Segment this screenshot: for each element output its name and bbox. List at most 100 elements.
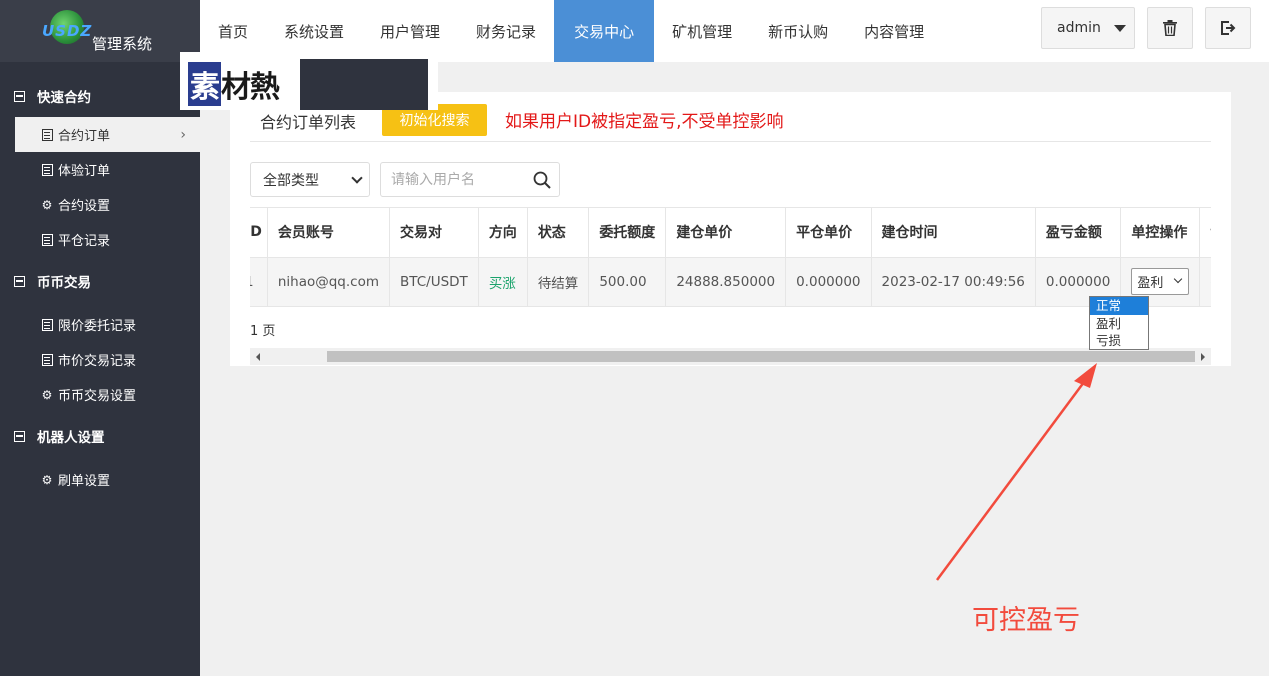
cell-pair: BTC/USDT	[389, 256, 479, 306]
sidebar-item-contract-settings[interactable]: ⚙ 合约设置	[0, 187, 200, 222]
col-amount[interactable]: 委托额度	[588, 208, 667, 257]
sidebar-item-trial-orders[interactable]: 体验订单	[0, 152, 200, 187]
tab-new-coin-subscription[interactable]: 新币认购	[750, 0, 846, 62]
logo-name: 管理系统	[92, 35, 153, 53]
divider	[250, 141, 1211, 142]
page-title: 合约订单列表	[260, 113, 357, 132]
sidebar-item-label: 合约设置	[58, 199, 111, 214]
logo-badge: USDZ	[42, 22, 93, 40]
chevron-down-icon	[351, 172, 363, 184]
doc-icon	[41, 128, 53, 141]
pagination-info: 1 页	[250, 324, 276, 339]
tab-miner-management[interactable]: 矿机管理	[654, 0, 750, 62]
scroll-left-icon[interactable]	[256, 353, 260, 361]
scroll-thumb[interactable]	[327, 351, 1195, 362]
sidebar-item-close-records[interactable]: 平仓记录	[0, 222, 200, 257]
gear-icon: ⚙	[41, 472, 53, 487]
annotation-label: 可控盈亏	[972, 605, 1080, 636]
doc-icon	[41, 233, 53, 246]
logo[interactable]: USDZ 管理系统	[0, 0, 200, 62]
sidebar-item-label: 限价委托记录	[58, 319, 137, 334]
option-loss[interactable]: 亏损	[1090, 332, 1148, 350]
watermark-redaction	[300, 59, 428, 110]
cell-open-time: 2023-02-17 00:49:56	[871, 256, 1036, 306]
cell-account: nihao@qq.com	[267, 256, 391, 306]
col-account[interactable]: 会员账号	[267, 208, 391, 257]
sidebar-group-label: 币币交易	[37, 275, 91, 291]
search-icon[interactable]	[533, 171, 551, 189]
sidebar-group-coin-trading[interactable]: 币币交易	[0, 267, 200, 295]
tab-trading-center[interactable]: 交易中心	[554, 0, 655, 62]
chevron-down-icon	[1174, 275, 1183, 284]
sidebar-item-label: 刷单设置	[58, 474, 111, 489]
sidebar-item-contract-orders[interactable]: 合约订单 ›	[15, 117, 200, 152]
cell-status: 待结算	[527, 256, 590, 306]
doc-icon	[41, 353, 53, 366]
scroll-right-icon[interactable]	[1201, 353, 1205, 361]
table-row: 1 nihao@qq.com BTC/USDT 买涨 待结算 500.00 24…	[250, 256, 1211, 306]
col-detail[interactable]: 详情	[1199, 208, 1211, 257]
orders-table: ID 会员账号 交易对 方向 状态 委托额度 建仓单价 平仓单价 建仓时间 盈亏…	[250, 208, 1211, 306]
doc-icon	[41, 318, 53, 331]
orders-table-container[interactable]: ID 会员账号 交易对 方向 状态 委托额度 建仓单价 平仓单价 建仓时间 盈亏…	[250, 207, 1211, 307]
col-status[interactable]: 状态	[527, 208, 590, 257]
tab-content-management[interactable]: 内容管理	[846, 0, 942, 62]
sidebar-group-robot-settings[interactable]: 机器人设置	[0, 422, 200, 450]
trash-icon	[1163, 20, 1177, 36]
caret-down-icon	[1113, 24, 1126, 32]
collapse-icon	[14, 275, 25, 287]
cell-id: 1	[250, 256, 268, 306]
gear-icon: ⚙	[41, 387, 53, 402]
cell-open-price: 24888.850000	[665, 256, 787, 306]
col-control[interactable]: 单控操作	[1120, 208, 1201, 257]
view-detail-link[interactable]: 查看	[1199, 256, 1211, 306]
gear-icon: ⚙	[41, 197, 53, 212]
horizontal-scrollbar[interactable]	[250, 348, 1211, 365]
chevron-right-icon: ›	[180, 126, 186, 143]
option-normal[interactable]: 正常	[1090, 297, 1148, 315]
watermark-text: 素材熱	[188, 62, 280, 106]
col-direction[interactable]: 方向	[478, 208, 528, 257]
col-open-price[interactable]: 建仓单价	[665, 208, 787, 257]
sidebar-item-label: 体验订单	[58, 164, 111, 179]
watermark: 素材熱	[180, 52, 438, 110]
sidebar-item-label: 合约订单	[58, 129, 111, 144]
sidebar-item-market-records[interactable]: 市价交易记录	[0, 342, 200, 377]
type-filter-value: 全部类型	[263, 172, 319, 189]
col-id[interactable]: ID	[250, 208, 268, 257]
control-value: 盈利	[1137, 276, 1164, 292]
sidebar-group-quick-contract[interactable]: 快速合约	[0, 82, 200, 110]
col-pair[interactable]: 交易对	[389, 208, 479, 257]
clear-cache-button[interactable]	[1147, 7, 1193, 49]
logout-icon	[1221, 21, 1236, 35]
sidebar-item-limit-orders[interactable]: 限价委托记录	[0, 307, 200, 342]
control-dropdown-list: 正常 盈利 亏损	[1089, 296, 1149, 350]
option-profit[interactable]: 盈利	[1090, 315, 1148, 333]
col-open-time[interactable]: 建仓时间	[871, 208, 1036, 257]
collapse-icon	[14, 90, 25, 102]
collapse-icon	[14, 430, 25, 442]
tab-finance-records[interactable]: 财务记录	[458, 0, 554, 62]
sidebar-item-label: 市价交易记录	[58, 354, 137, 369]
table-header-row: ID 会员账号 交易对 方向 状态 委托额度 建仓单价 平仓单价 建仓时间 盈亏…	[250, 208, 1211, 257]
cell-close-price: 0.000000	[785, 256, 872, 306]
cell-direction: 买涨	[478, 256, 528, 306]
sidebar: USDZ 管理系统 快速合约 合约订单 › 体验订单 ⚙ 合约设置 平仓记录 币…	[0, 0, 200, 676]
sidebar-item-brush-settings[interactable]: ⚙ 刷单设置	[0, 462, 200, 497]
sidebar-item-label: 平仓记录	[58, 234, 111, 249]
col-close-price[interactable]: 平仓单价	[785, 208, 872, 257]
type-filter-select[interactable]: 全部类型	[250, 162, 370, 197]
sidebar-group-label: 机器人设置	[37, 430, 105, 446]
col-pnl[interactable]: 盈亏金额	[1035, 208, 1122, 257]
doc-icon	[41, 163, 53, 176]
logout-button[interactable]	[1205, 7, 1251, 49]
user-menu-button[interactable]: admin	[1041, 7, 1135, 49]
username: admin	[1057, 20, 1101, 36]
warning-note: 如果用户ID被指定盈亏,不受单控影响	[505, 112, 784, 132]
win-loss-control-select[interactable]: 盈利	[1131, 268, 1190, 296]
contract-orders-panel: 合约订单列表 初始化搜索 如果用户ID被指定盈亏,不受单控影响 全部类型 ID …	[230, 92, 1231, 366]
cell-amount: 500.00	[588, 256, 667, 306]
sidebar-item-label: 币币交易设置	[58, 389, 137, 404]
sidebar-group-label: 快速合约	[37, 90, 91, 106]
sidebar-item-coin-settings[interactable]: ⚙ 币币交易设置	[0, 377, 200, 412]
